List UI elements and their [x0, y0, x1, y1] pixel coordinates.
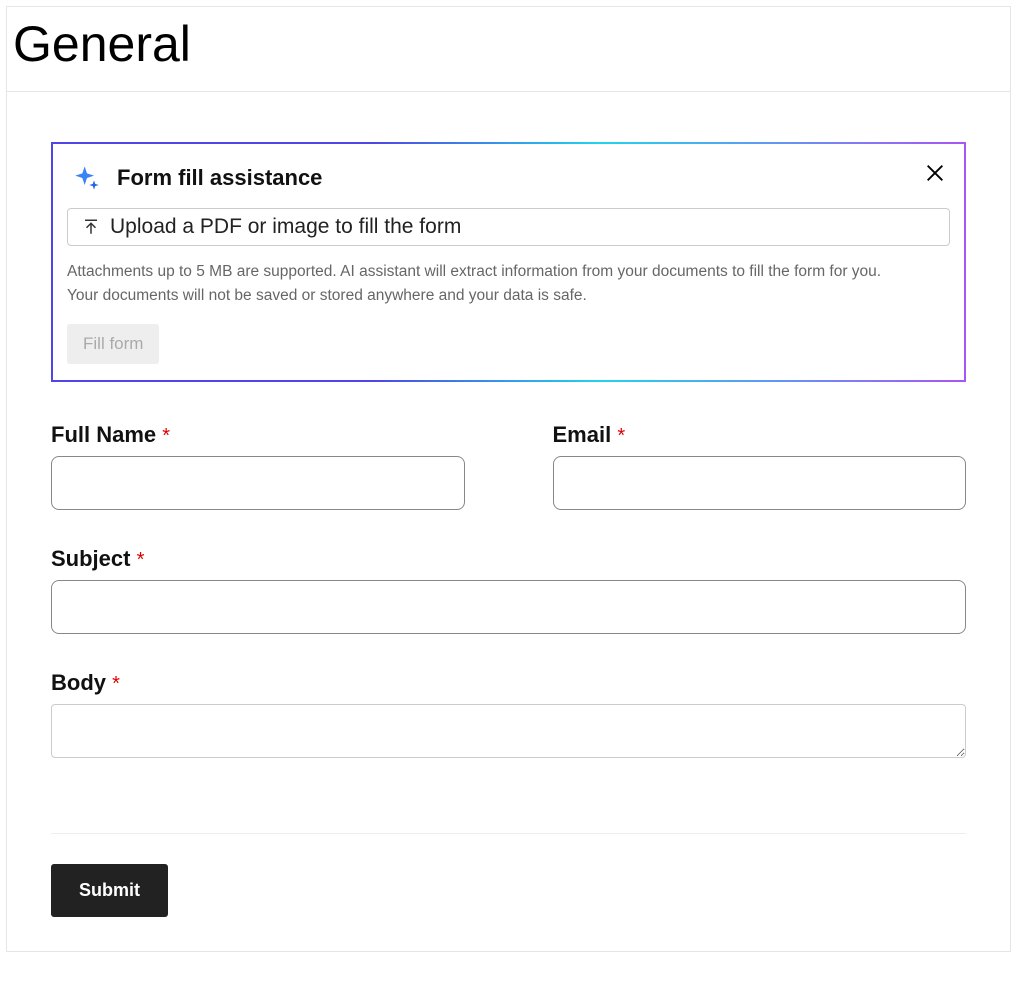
- assistance-desc-line1: Attachments up to 5 MB are supported. AI…: [67, 263, 881, 280]
- required-marker: *: [137, 549, 145, 571]
- full-name-label-text: Full Name: [51, 422, 156, 447]
- required-marker: *: [617, 425, 625, 447]
- assistance-title: Form fill assistance: [117, 165, 322, 191]
- assistance-description: Attachments up to 5 MB are supported. AI…: [67, 260, 950, 308]
- assistance-header: Form fill assistance: [67, 164, 950, 192]
- full-name-group: Full Name *: [51, 422, 465, 510]
- subject-label-text: Subject: [51, 546, 130, 571]
- required-marker: *: [112, 673, 120, 695]
- email-group: Email *: [553, 422, 967, 510]
- page-container: General Form fill assistance: [6, 6, 1011, 952]
- footer: Submit: [51, 833, 966, 941]
- subject-label: Subject *: [51, 546, 966, 572]
- body-textarea[interactable]: [51, 704, 966, 758]
- email-input[interactable]: [553, 456, 967, 510]
- assistance-desc-line2: Your documents will not be saved or stor…: [67, 287, 587, 304]
- submit-button[interactable]: Submit: [51, 864, 168, 917]
- subject-input[interactable]: [51, 580, 966, 634]
- full-name-label: Full Name *: [51, 422, 465, 448]
- content-area: Form fill assistance Upload a PD: [7, 92, 1010, 951]
- form-grid: Full Name * Email * Subject *: [51, 422, 966, 763]
- body-group: Body *: [51, 670, 966, 763]
- fill-form-button[interactable]: Fill form: [67, 324, 159, 364]
- upload-label: Upload a PDF or image to fill the form: [110, 215, 461, 239]
- full-name-input[interactable]: [51, 456, 465, 510]
- page-title: General: [7, 7, 1010, 92]
- close-icon: [924, 162, 946, 184]
- subject-group: Subject *: [51, 546, 966, 634]
- upload-icon: [82, 218, 100, 236]
- close-button[interactable]: [924, 162, 946, 184]
- required-marker: *: [162, 425, 170, 447]
- form-fill-assistance-panel: Form fill assistance Upload a PD: [51, 142, 966, 382]
- email-label-text: Email: [553, 422, 612, 447]
- email-label: Email *: [553, 422, 967, 448]
- upload-zone[interactable]: Upload a PDF or image to fill the form: [67, 208, 950, 246]
- body-label: Body *: [51, 670, 966, 696]
- sparkle-icon: [73, 164, 101, 192]
- body-label-text: Body: [51, 670, 106, 695]
